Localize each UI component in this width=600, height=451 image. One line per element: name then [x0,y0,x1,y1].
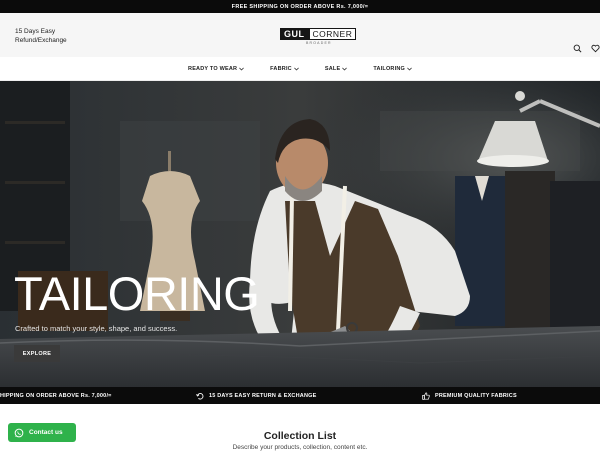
announcement-bar: FREE SHIPPING ON ORDER ABOVE Rs. 7,000/= [0,0,600,13]
nav-item-ready-to-wear[interactable]: READY TO WEAR [188,65,245,72]
return-icon [196,392,204,399]
feature-premium-fabrics: PREMIUM QUALITY FABRICS [422,387,517,404]
nav-label: READY TO WEAR [188,65,238,72]
whatsapp-icon [14,428,24,437]
features-bar: HIPPING ON ORDER ABOVE Rs. 7,000/= 15 DA… [0,387,600,404]
announcement-text: FREE SHIPPING ON ORDER ABOVE Rs. 7,000/= [231,3,369,10]
whatsapp-button[interactable]: Contact us [8,423,76,442]
nav-item-sale[interactable]: SALE [324,65,348,72]
logo-part-1: GUL [280,28,309,40]
collection-title: Collection List [263,430,337,442]
explore-button[interactable]: EXPLORE [14,345,60,362]
nav-label: SALE [324,65,341,72]
feature-easy-return: 15 DAYS EASY RETURN & EXCHANGE [196,387,316,404]
feature-free-shipping: HIPPING ON ORDER ABOVE Rs. 7,000/= [0,387,112,404]
chevron-down-icon [239,67,245,71]
hero-banner[interactable]: TAILORING Crafted to match your style, s… [0,81,600,388]
hero-title: TAILORING [14,267,260,320]
promo-line-1: 15 Days Easy [15,28,56,35]
feature-label: PREMIUM QUALITY FABRICS [435,392,517,399]
feature-label: 15 DAYS EASY RETURN & EXCHANGE [209,392,317,399]
site-logo[interactable]: GUL CORNER [280,28,357,40]
nav-label: FABRIC [270,65,292,72]
whatsapp-label: Contact us [29,429,63,436]
hero-image [0,81,600,388]
nav-label: TAILORING [373,65,405,72]
search-icon[interactable] [572,43,582,53]
nav-item-fabric[interactable]: FABRIC [270,66,299,72]
header-icons [572,43,600,53]
thumbs-up-icon [422,391,430,400]
nav-item-tailoring[interactable]: TAILORING [373,66,412,72]
main-nav: READY TO WEAR FABRIC SALE TAILORING [0,57,600,81]
logo-subtitle: BROADER [306,41,332,45]
heart-icon[interactable] [590,43,600,53]
promo-line-2: Refund/Exchange [15,37,67,44]
feature-label: HIPPING ON ORDER ABOVE Rs. 7,000/= [0,392,112,399]
logo-part-2: CORNER [308,28,357,40]
chevron-down-icon [342,67,348,71]
header-promo: 15 Days Easy Refund/Exchange [15,27,67,45]
site-header: 15 Days Easy Refund/Exchange GUL CORNER … [0,13,600,57]
chevron-down-icon [294,67,299,71]
chevron-down-icon [407,67,412,71]
hero-subtitle: Crafted to match your style, shape, and … [15,324,178,333]
